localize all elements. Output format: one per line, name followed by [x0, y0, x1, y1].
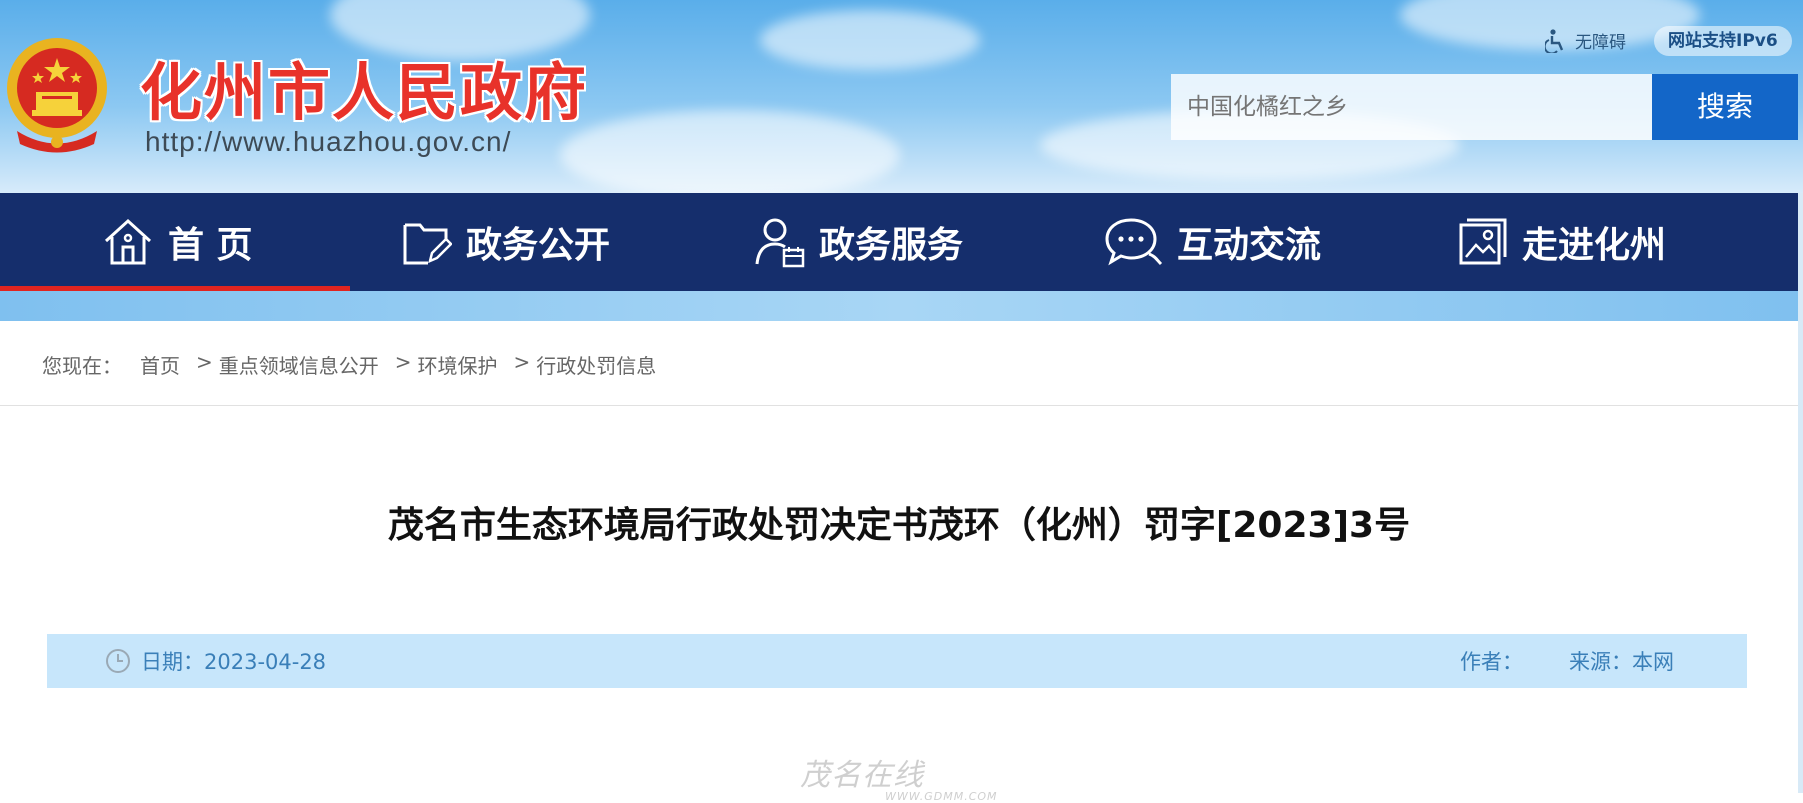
nav-item-home[interactable]: 首 页: [102, 193, 253, 291]
breadcrumb-separator: >: [394, 350, 412, 374]
search-button[interactable]: 搜索: [1652, 74, 1798, 140]
nav-item-about-huazhou[interactable]: 走进化州: [1458, 193, 1666, 291]
cloud-decoration: [560, 110, 900, 193]
accessibility-label: 无障碍: [1575, 33, 1626, 53]
accessibility-link[interactable]: 无障碍: [1545, 28, 1626, 53]
national-emblem-icon: [7, 38, 107, 153]
watermark-text: 茂名在线: [800, 758, 924, 793]
page-edge: [1798, 193, 1803, 793]
breadcrumb-divider: [0, 405, 1798, 406]
breadcrumb-item-home[interactable]: 首页: [140, 350, 180, 379]
folder-edit-icon: [403, 223, 452, 265]
site-url: http://www.huazhou.gov.cn/: [145, 126, 512, 157]
article-author-label: 作者：: [1460, 650, 1523, 674]
content-area: [0, 321, 1798, 793]
nav-label-about-huazhou: 走进化州: [1522, 225, 1667, 266]
nav-item-gov-affairs[interactable]: 政务公开: [402, 193, 610, 291]
site-title[interactable]: 化州市人民政府: [140, 42, 588, 132]
article-source-value: 本网: [1632, 650, 1674, 674]
article-meta-right: 作者： 来源： 本网: [1460, 634, 1674, 688]
nav-label-interaction: 互动交流: [1177, 225, 1322, 266]
accessibility-icon: [1545, 28, 1564, 53]
nav-label-home: 首 页: [168, 225, 253, 266]
breadcrumb-separator: >: [513, 350, 531, 374]
article-date-label: 日期：2023-04-28: [141, 650, 327, 674]
chat-icon: [1105, 218, 1163, 266]
breadcrumb-item-penalty-info[interactable]: 行政处罚信息: [536, 350, 656, 379]
breadcrumb-item-environment[interactable]: 环境保护: [418, 350, 498, 379]
search-input[interactable]: [1171, 74, 1652, 140]
watermark-sub: WWW.GDMM.COM: [885, 790, 998, 803]
nav-item-gov-services[interactable]: 政务服务: [755, 193, 963, 291]
article-source-label: 来源：: [1569, 650, 1632, 674]
picture-icon: [1459, 218, 1507, 265]
site-header: 化州市人民政府 http://www.huazhou.gov.cn/ 无障碍 网…: [0, 0, 1803, 193]
header-sky-band: [0, 291, 1803, 321]
breadcrumb-separator: >: [196, 350, 213, 374]
article-title: 茂名市生态环境局行政处罚决定书茂环（化州）罚字[2023]3号: [387, 505, 1411, 546]
watermark: 茂名在线 WWW.GDMM.COM: [800, 750, 998, 803]
article-date: 日期：2023-04-28: [105, 634, 326, 688]
breadcrumb-prefix: 您现在：: [42, 354, 122, 378]
home-icon: [104, 218, 152, 265]
breadcrumb: 您现在： 首页 > 重点领域信息公开 > 环境保护 > 行政处罚信息: [42, 350, 656, 379]
user-calendar-icon: [755, 218, 805, 268]
main-nav: 首 页 政务公开 政务服务 互动交流 走进化州: [0, 193, 1798, 291]
breadcrumb-item-key-areas[interactable]: 重点领域信息公开: [219, 350, 379, 379]
clock-icon: [106, 649, 130, 673]
nav-label-gov-services: 政务服务: [819, 225, 964, 266]
nav-label-gov-affairs: 政务公开: [466, 225, 611, 266]
cloud-decoration: [760, 10, 980, 70]
nav-item-interaction[interactable]: 互动交流: [1105, 193, 1321, 291]
ipv6-badge: 网站支持IPv6: [1654, 26, 1792, 56]
